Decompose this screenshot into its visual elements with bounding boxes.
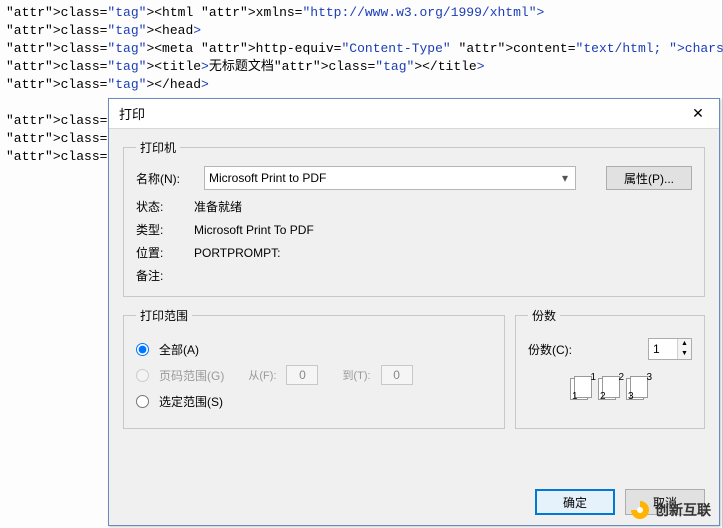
spinner-up-icon[interactable]: ▲ [678, 339, 691, 349]
collate-page-icon: 22 [598, 374, 622, 402]
where-value: PORTPROMPT: [194, 246, 280, 260]
printer-legend: 打印机 [136, 139, 180, 156]
range-selection-label: 选定范围(S) [159, 393, 223, 410]
range-selection-radio[interactable] [136, 395, 149, 408]
printer-select[interactable]: Microsoft Print to PDF ▾ [204, 166, 576, 190]
copies-spinner[interactable]: 1 ▲ ▼ [648, 338, 692, 360]
status-label: 状态: [136, 198, 194, 215]
range-legend: 打印范围 [136, 307, 192, 324]
range-all-label: 全部(A) [159, 341, 199, 358]
dialog-title: 打印 [119, 104, 677, 123]
status-value: 准备就绪 [194, 198, 242, 215]
ok-button[interactable]: 确定 [535, 489, 615, 515]
range-pages-label: 页码范围(G) [159, 367, 224, 384]
chevron-down-icon: ▾ [559, 171, 571, 185]
range-from-input [286, 365, 318, 385]
type-label: 类型: [136, 221, 194, 238]
type-value: Microsoft Print To PDF [194, 223, 314, 237]
name-label: 名称(N): [136, 170, 194, 187]
spinner-down-icon[interactable]: ▼ [678, 349, 691, 359]
close-button[interactable]: ✕ [677, 99, 719, 129]
range-selection-row[interactable]: 选定范围(S) [136, 390, 492, 412]
range-all-radio[interactable] [136, 343, 149, 356]
print-dialog: 打印 ✕ 打印机 名称(N): Microsoft Print to PDF ▾… [108, 98, 720, 526]
collate-illustration: 112233 [528, 374, 692, 402]
copies-value: 1 [649, 342, 677, 356]
collate-page-icon: 11 [570, 374, 594, 402]
range-to-label: 到(T): [342, 367, 370, 383]
dialog-titlebar: 打印 ✕ [109, 99, 719, 129]
cancel-button[interactable]: 取消 [625, 489, 705, 515]
copies-label: 份数(C): [528, 341, 572, 358]
range-to-input [381, 365, 413, 385]
printer-select-value: Microsoft Print to PDF [209, 171, 326, 185]
range-from-label: 从(F): [248, 367, 276, 383]
range-pages-row: 页码范围(G) 从(F): 到(T): [136, 364, 492, 386]
properties-button[interactable]: 属性(P)... [606, 166, 692, 190]
collate-page-icon: 33 [626, 374, 650, 402]
comment-label: 备注: [136, 267, 194, 284]
print-range-group: 打印范围 全部(A) 页码范围(G) 从(F): 到(T): 选定范围(S) [123, 307, 505, 429]
copies-group: 份数 份数(C): 1 ▲ ▼ 112233 [515, 307, 705, 429]
where-label: 位置: [136, 244, 194, 261]
close-icon: ✕ [692, 105, 704, 122]
printer-group: 打印机 名称(N): Microsoft Print to PDF ▾ 属性(P… [123, 139, 705, 297]
copies-legend: 份数 [528, 307, 560, 324]
range-pages-radio [136, 369, 149, 382]
range-all-row[interactable]: 全部(A) [136, 338, 492, 360]
